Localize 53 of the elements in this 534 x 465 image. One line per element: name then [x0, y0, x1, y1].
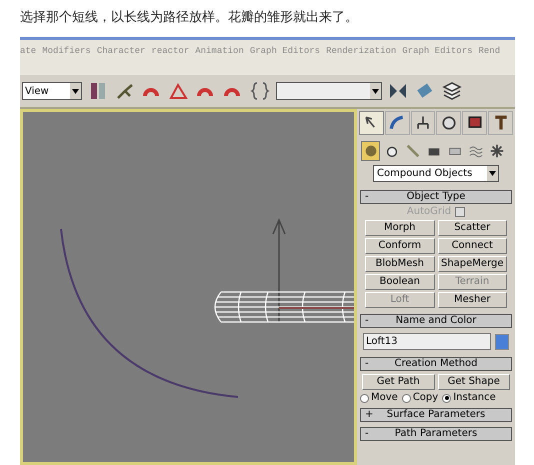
radio-label: Copy — [412, 393, 438, 403]
object-name-field[interactable]: Loft13 — [363, 333, 491, 350]
radio-label: Instance — [453, 393, 496, 403]
radio-button[interactable] — [360, 394, 369, 402]
caret-icon — [72, 88, 79, 94]
rollout-title: Name and Color — [394, 316, 478, 326]
rollout-header[interactable]: - Path Parameters — [360, 427, 512, 441]
panel-tab[interactable] — [462, 111, 488, 135]
axis-gizmo-icon — [272, 218, 286, 323]
rollout-title: Object Type — [406, 192, 466, 202]
view-dropdown[interactable]: View — [22, 82, 82, 100]
selection-set-dropdown[interactable] — [276, 82, 382, 100]
tab-icon — [440, 114, 458, 132]
creation-method-button[interactable]: Get Path — [362, 374, 434, 390]
rollout-toggle[interactable]: - — [361, 316, 377, 326]
rollout-header[interactable]: + Surface Parameters — [360, 408, 512, 422]
caret-icon — [372, 88, 379, 94]
panel-tab[interactable] — [488, 111, 513, 135]
braces-icon[interactable] — [249, 80, 271, 102]
object-color-swatch[interactable] — [495, 334, 509, 350]
object-type-button[interactable]: Mesher — [438, 292, 507, 308]
rollout-toggle[interactable]: - — [361, 359, 377, 369]
rollout-title: Path Parameters — [394, 429, 478, 439]
rollout-toggle[interactable]: + — [361, 410, 377, 420]
object-type-button[interactable]: Connect — [438, 238, 507, 254]
category-dropdown[interactable]: Compound Objects — [373, 165, 499, 182]
object-type-button[interactable]: Conform — [365, 238, 434, 254]
category-icon — [404, 143, 420, 159]
rollout-header[interactable]: - Object Type — [360, 190, 512, 204]
object-type-button[interactable]: ShapeMerge — [438, 256, 507, 272]
object-type-button[interactable]: Boolean — [365, 274, 434, 290]
rollout-title: Creation Method — [394, 359, 478, 369]
object-type-button[interactable]: Morph — [365, 220, 434, 236]
layers-icon[interactable] — [441, 80, 463, 102]
panel-tab[interactable] — [436, 111, 462, 135]
category-icon — [362, 143, 378, 159]
rollout-toggle[interactable]: - — [361, 429, 377, 439]
caption-text: 选择那个短线，以长线为路径放样。花瓣的雏形就出来了。 — [19, 9, 359, 27]
rollout-toggle[interactable]: - — [361, 192, 377, 202]
autogrid-label: AutoGrid — [406, 207, 452, 217]
panel-tab[interactable] — [410, 111, 436, 135]
rollout-title: Surface Parameters — [386, 410, 486, 420]
category-icon — [488, 143, 504, 159]
object-type-button[interactable]: BlobMesh — [365, 256, 434, 272]
rollout-header[interactable]: - Creation Method — [360, 357, 512, 371]
object-type-button[interactable]: Scatter — [438, 220, 507, 236]
rollout-header[interactable]: - Name and Color — [360, 314, 512, 328]
radio-button[interactable] — [402, 394, 411, 402]
panel-tab[interactable] — [359, 111, 384, 135]
radio-label: Move — [371, 393, 398, 403]
radio-button[interactable] — [442, 394, 452, 402]
creation-method-button[interactable]: Get Shape — [438, 374, 510, 390]
caret-icon — [489, 171, 496, 176]
